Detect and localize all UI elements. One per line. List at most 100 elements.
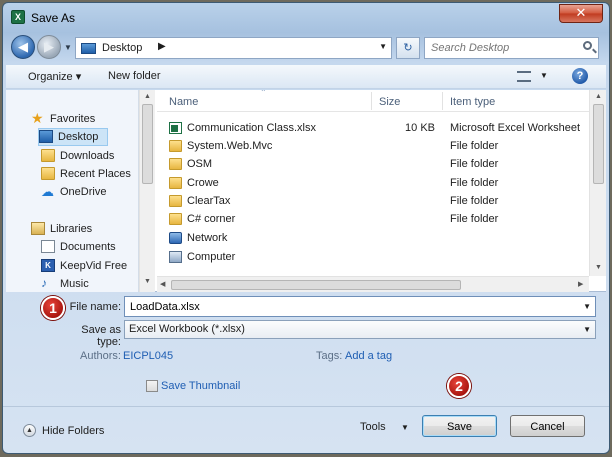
dialog-title: Save As: [31, 11, 76, 25]
address-dropdown-icon[interactable]: ▼: [379, 42, 387, 51]
computer-icon: [169, 251, 182, 263]
folder-icon: [169, 195, 182, 207]
refresh-button[interactable]: ↻: [396, 37, 420, 59]
file-name: ClearTax: [187, 195, 231, 207]
add-tag-link[interactable]: Add a tag: [345, 350, 392, 362]
file-list: ⌃ Name Size Item type Communication Clas…: [157, 90, 589, 292]
column-header-name[interactable]: Name: [169, 96, 198, 108]
libraries-icon: [31, 222, 45, 235]
authors-value[interactable]: EICPL045: [123, 350, 173, 362]
nav-item-label: Downloads: [60, 150, 115, 162]
view-options-dropdown-icon[interactable]: ▼: [540, 71, 548, 80]
file-row[interactable]: C# corner File folder: [157, 210, 589, 229]
scrollbar-thumb[interactable]: [142, 104, 153, 184]
step-2-badge: 2: [447, 374, 471, 398]
column-divider[interactable]: [371, 92, 372, 110]
authors-label: Authors:: [80, 350, 121, 362]
address-breadcrumb[interactable]: Desktop: [102, 42, 142, 54]
forward-button[interactable]: ▶: [37, 35, 61, 59]
excel-app-icon: X: [11, 10, 25, 24]
recent-locations-dropdown-icon[interactable]: ▼: [64, 43, 72, 52]
tags-label: Tags:: [316, 350, 343, 362]
file-name: System.Web.Mvc: [187, 140, 273, 152]
file-name: OSM: [187, 158, 213, 170]
step-1-badge: 1: [41, 296, 65, 320]
tools-menu[interactable]: Tools: [360, 421, 386, 433]
file-name: Computer: [187, 251, 236, 263]
dialog-footer: ▲ Hide Folders Tools ▼ Save Cancel: [3, 406, 609, 452]
scroll-left-icon[interactable]: ◀: [160, 280, 165, 288]
nav-item-label: Music: [60, 278, 89, 290]
close-button[interactable]: ✕: [559, 4, 603, 23]
onedrive-cloud-icon: ☁: [41, 184, 54, 199]
save-as-dialog: X Save As ✕ ◀ ▶ ▼ Desktop ▶ ▼ ↻ Organize…: [2, 2, 610, 454]
file-row[interactable]: Communication Class.xlsx 10 KB Microsoft…: [157, 119, 589, 138]
file-row[interactable]: ClearTax File folder: [157, 192, 589, 211]
documents-icon: [41, 240, 55, 253]
cancel-button[interactable]: Cancel: [510, 415, 585, 437]
column-divider[interactable]: [442, 92, 443, 110]
save-thumbnail-checkbox[interactable]: [146, 380, 158, 392]
file-name-field[interactable]: ▼: [124, 296, 596, 317]
keepvid-icon: K: [41, 259, 55, 272]
nav-item-label: OneDrive: [60, 186, 107, 198]
search-input[interactable]: [431, 41, 571, 55]
save-button[interactable]: Save: [422, 415, 497, 437]
command-toolbar: Organize ▾ New folder ▼ ?: [6, 65, 606, 89]
breadcrumb-chevron-icon[interactable]: ▶: [158, 41, 166, 52]
file-row[interactable]: OSM File folder: [157, 155, 589, 174]
file-row[interactable]: System.Web.Mvc File folder: [157, 137, 589, 156]
save-as-type-dropdown-icon[interactable]: ▼: [583, 325, 591, 334]
browser-area: ★ Favorites Desktop Downloads Recent Pla…: [6, 90, 606, 292]
new-folder-button[interactable]: New folder: [108, 70, 161, 82]
column-header-size[interactable]: Size: [379, 96, 400, 108]
column-header-type[interactable]: Item type: [450, 96, 495, 108]
file-name: Network: [187, 232, 228, 244]
address-bar[interactable]: Desktop ▶ ▼: [75, 37, 392, 59]
nav-item-label: Desktop: [58, 131, 99, 143]
scroll-up-icon[interactable]: ▲: [595, 93, 602, 100]
folder-icon: [169, 140, 182, 152]
file-name-input[interactable]: [130, 300, 570, 314]
scroll-down-icon[interactable]: ▼: [144, 278, 151, 285]
hide-folders-label: Hide Folders: [42, 425, 105, 437]
organize-menu[interactable]: Organize ▾: [28, 70, 81, 83]
back-button[interactable]: ◀: [11, 35, 35, 59]
scroll-up-icon[interactable]: ▲: [144, 93, 151, 100]
file-name-dropdown-icon[interactable]: ▼: [583, 302, 591, 311]
sort-indicator-icon: ⌃: [260, 90, 267, 97]
navigation-pane-scrollbar[interactable]: ▲ ▼: [139, 90, 155, 292]
desktop-icon: [39, 130, 53, 143]
save-as-type-select[interactable]: Excel Workbook (*.xlsx) ▼: [124, 320, 596, 339]
search-icon: [583, 41, 592, 50]
file-row[interactable]: Crowe File folder: [157, 174, 589, 193]
save-form: 1 File name: ▼ Save as type: Excel Workb…: [3, 294, 609, 453]
nav-item-desktop[interactable]: Desktop: [38, 128, 108, 146]
scrollbar-thumb[interactable]: [593, 104, 604, 184]
file-type: File folder: [450, 158, 499, 170]
network-icon: [169, 232, 182, 244]
tools-dropdown-icon[interactable]: ▼: [401, 423, 409, 432]
save-thumbnail-label[interactable]: Save Thumbnail: [161, 380, 240, 392]
scroll-down-icon[interactable]: ▼: [595, 264, 602, 271]
scroll-right-icon[interactable]: ▶: [578, 280, 583, 288]
music-icon: ♪: [41, 276, 47, 290]
file-list-vertical-scrollbar[interactable]: ▲ ▼: [589, 90, 606, 276]
file-list-horizontal-scrollbar[interactable]: ◀ ▶: [157, 276, 589, 292]
nav-item-label: KeepVid Free: [60, 260, 128, 272]
file-name-label: File name:: [69, 301, 121, 313]
file-name: Crowe: [187, 177, 219, 189]
file-row[interactable]: Computer: [157, 248, 589, 267]
recent-places-icon: [41, 167, 55, 180]
file-row[interactable]: Network: [157, 229, 589, 248]
file-name: Communication Class.xlsx: [187, 122, 316, 134]
help-icon[interactable]: ?: [572, 68, 588, 84]
search-box[interactable]: [424, 37, 599, 59]
navigation-bar: ◀ ▶ ▼ Desktop ▶ ▼ ↻: [11, 34, 603, 62]
change-view-icon[interactable]: [517, 71, 531, 82]
file-type: File folder: [450, 213, 499, 225]
nav-item-label: Libraries: [50, 223, 93, 235]
save-as-type-value: Excel Workbook (*.xlsx): [129, 323, 245, 335]
scrollbar-thumb[interactable]: [171, 280, 461, 290]
file-type: File folder: [450, 140, 499, 152]
